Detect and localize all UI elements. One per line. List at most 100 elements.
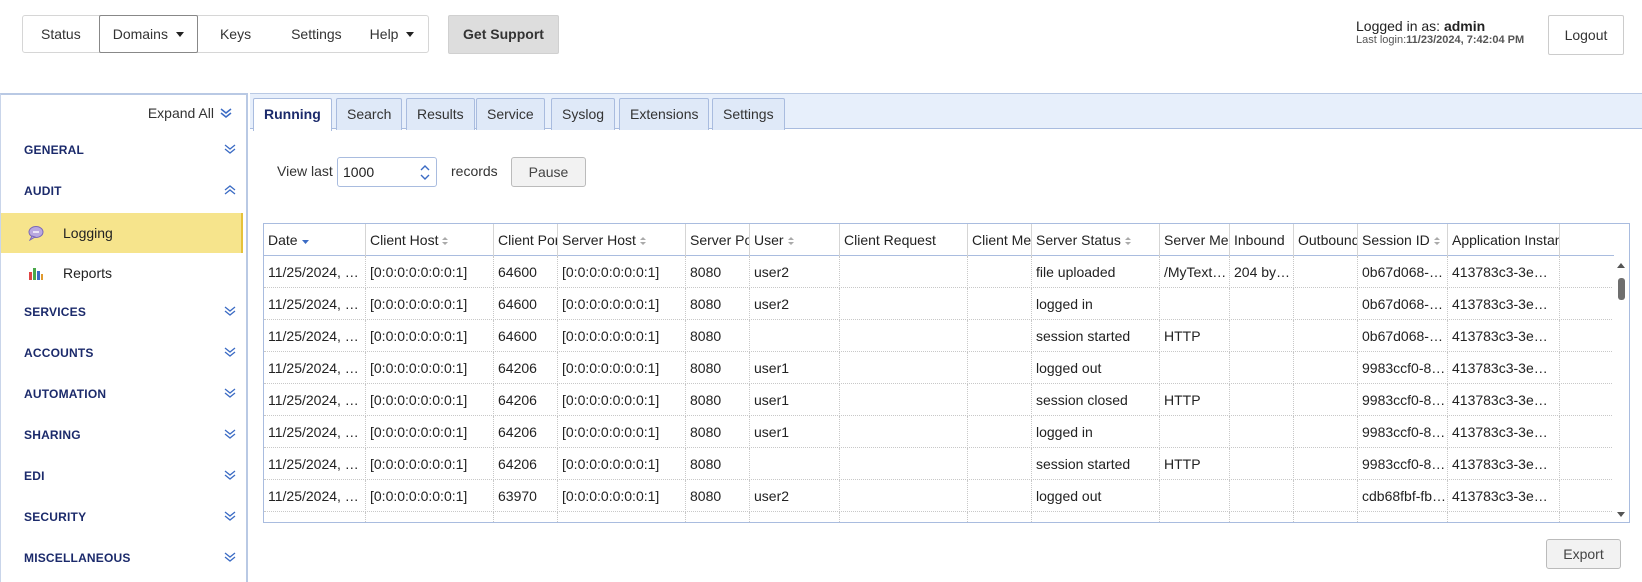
nav-status[interactable]: Status [23,16,99,52]
sidebar-section-miscellaneous[interactable]: MISCELLANEOUS [24,548,236,568]
logout-button[interactable]: Logout [1548,15,1624,55]
table-cell: [0:0:0:0:0:0:0:1] [366,320,494,352]
column-header[interactable]: User [750,224,840,256]
table-cell: 8080 [686,288,750,320]
table-row[interactable]: 11/25/2024, … [0:0:0:0:0:0:0:1] 64206 [0:0:… [264,448,1614,480]
sort-icon [1124,225,1132,256]
table-row[interactable]: 11/25/2024, … [0:0:0:0:0:0:0:1] 64206 [0:0:… [264,416,1614,448]
column-header[interactable]: Client Message [968,224,1032,256]
expand-all-label: Expand All [147,105,214,121]
column-header[interactable]: Server Host [558,224,686,256]
sidebar-section-label: ACCOUNTS [24,346,94,360]
column-header-label: Session ID [1362,232,1430,248]
column-header[interactable]: Application Instance [1448,224,1560,256]
sidebar-section-services[interactable]: SERVICES [24,302,236,322]
nav-keys-label: Keys [219,26,252,42]
table-row[interactable]: 11/25/2024, … [0:0:0:0:0:0:0:1] 63970 [0:0:… [264,480,1614,512]
tab-settings[interactable]: Settings [712,98,785,130]
table-row[interactable]: 11/25/2024, … [0:0:0:0:0:0:0:1] 64600 [0:0:… [264,320,1614,352]
double-chevron-down-icon [224,387,236,402]
nav-domains[interactable]: Domains [98,15,198,53]
table-cell: [0:0:0:0:0:0:0:1] [558,384,686,416]
scrollbar-thumb[interactable] [1618,278,1625,300]
sidebar-section-edi[interactable]: EDI [24,466,236,486]
column-header[interactable]: Date [264,224,366,256]
sidebar-section-automation[interactable]: AUTOMATION [24,384,236,404]
nav-status-label: Status [41,26,81,42]
tab-syslog[interactable]: Syslog [551,98,616,130]
sidebar-section-accounts[interactable]: ACCOUNTS [24,343,236,363]
column-header[interactable]: Session ID [1358,224,1448,256]
table-row[interactable] [264,512,1614,522]
table-cell: [0:0:0:0:0:0:0:1] [558,480,686,512]
column-header[interactable]: Client Port [494,224,558,256]
table-cell: [0:0:0:0:0:0:0:1] [558,256,686,288]
table-cell: [0:0:0:0:0:0:0:1] [558,352,686,384]
table-cell [366,512,494,522]
column-header[interactable]: Client Host [366,224,494,256]
table-cell [750,512,840,522]
table-row[interactable]: 11/25/2024, … [0:0:0:0:0:0:0:1] 64600 [0:0:… [264,256,1614,288]
table-cell [1032,512,1160,522]
double-chevron-up-icon [224,184,236,199]
table-cell: 64600 [494,288,558,320]
vertical-scrollbar[interactable] [1613,256,1629,522]
nav-domains-label: Domains [112,26,168,42]
table-cell [1230,352,1294,384]
table-cell: file uploaded [1032,256,1160,288]
table-cell: 64600 [494,256,558,288]
sidebar-section-label: GENERAL [24,143,85,157]
pause-button[interactable]: Pause [511,157,586,187]
table-cell [1230,320,1294,352]
tab-bar: Running Search Results Service Syslog Ex… [250,93,1642,131]
table-row[interactable]: 11/25/2024, … [0:0:0:0:0:0:0:1] 64206 [0:0:… [264,352,1614,384]
table-cell [1230,512,1294,522]
sidebar-section-sharing[interactable]: SHARING [24,425,236,445]
tab-results[interactable]: Results [406,98,475,130]
export-button[interactable]: Export [1546,539,1621,569]
column-header[interactable]: Inbound [1230,224,1294,256]
sidebar-section-label: AUDIT [24,184,62,198]
column-header[interactable]: Server Port [686,224,750,256]
column-header[interactable]: Server Message [1160,224,1230,256]
column-header[interactable]: Client Request [840,224,968,256]
table-cell [968,416,1032,448]
nav-help[interactable]: Help [360,16,429,52]
nav-settings[interactable]: Settings [273,16,360,52]
speech-bubble-icon [27,224,45,242]
column-header[interactable]: Outbound [1294,224,1358,256]
table-cell [1294,288,1358,320]
column-header-label: Inbound [1234,232,1285,248]
column-header[interactable]: Server Status [1032,224,1160,256]
table-cell: [0:0:0:0:0:0:0:1] [366,384,494,416]
table-cell: 11/25/2024, … [264,416,366,448]
sidebar-section-label: SECURITY [24,510,87,524]
view-last-input[interactable]: 1000 [337,157,437,187]
table-cell: /MyText… [1160,256,1230,288]
sidebar-item-logging[interactable]: Logging [1,213,243,253]
sidebar-section-audit[interactable]: AUDIT [24,181,236,201]
double-chevron-down-icon [224,551,236,566]
last-login-prefix: Last login: [1356,34,1407,46]
table-row[interactable]: 11/25/2024, … [0:0:0:0:0:0:0:1] 64206 [0:0:… [264,384,1614,416]
double-chevron-down-icon [220,107,232,119]
table-cell [1230,416,1294,448]
spinner-icon[interactable] [416,160,434,185]
tab-running[interactable]: Running [253,98,332,131]
table-cell: [0:0:0:0:0:0:0:1] [558,448,686,480]
nav-keys[interactable]: Keys [198,16,273,52]
tab-search[interactable]: Search [336,98,403,130]
table-cell: HTTP [1160,384,1230,416]
table-cell [968,352,1032,384]
tab-extensions[interactable]: Extensions [619,98,710,130]
table-row[interactable]: 11/25/2024, … [0:0:0:0:0:0:0:1] 64600 [0:0:… [264,288,1614,320]
get-support-button[interactable]: Get Support [448,15,559,54]
sidebar-item-reports[interactable]: Reports [1,253,243,293]
table-cell: 11/25/2024, … [264,256,366,288]
table-cell [494,512,558,522]
sidebar-section-general[interactable]: GENERAL [24,140,236,160]
tab-service[interactable]: Service [476,98,545,130]
log-grid: Date Client Host Client Port Server Host Ser… [263,223,1630,523]
sidebar-section-security[interactable]: SECURITY [24,507,236,527]
expand-all-button[interactable]: Expand All [148,105,232,121]
